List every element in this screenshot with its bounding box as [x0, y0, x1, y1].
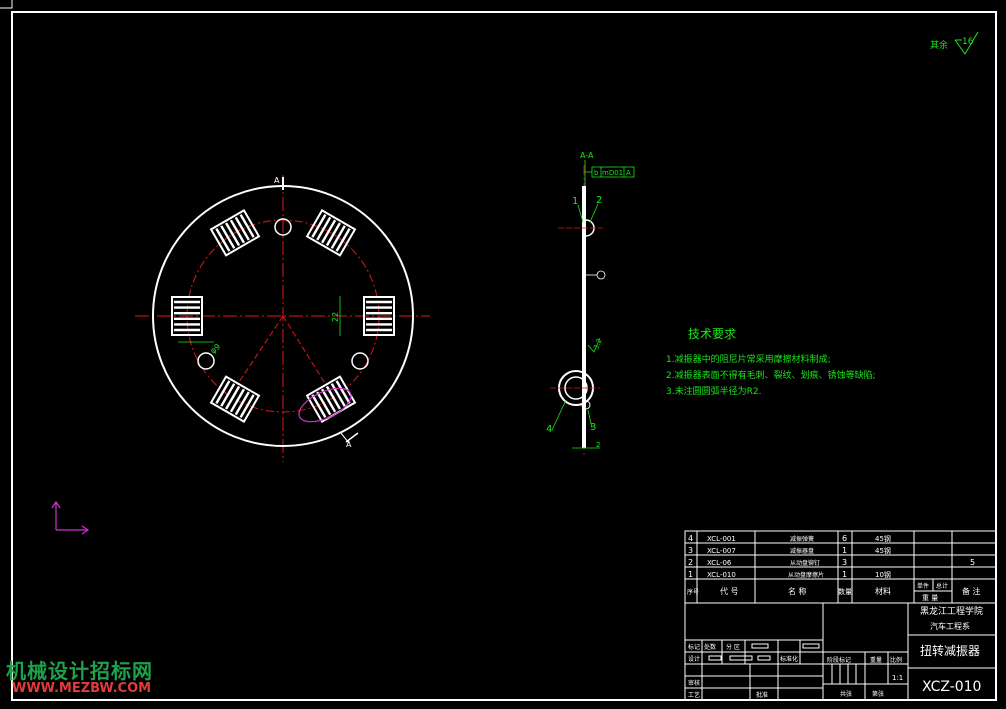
svg-text:分 区: 分 区	[726, 643, 740, 651]
svg-text:XCL-007: XCL-007	[707, 547, 736, 555]
drawing-code: XCZ-010	[922, 679, 981, 695]
svg-text:减振弹簧: 减振弹簧	[790, 535, 814, 543]
svg-text:总计: 总计	[936, 582, 948, 590]
svg-text:工艺: 工艺	[688, 691, 700, 699]
tech-req-item: 2.减振器表面不得有毛刺、裂纹、划痕、锈蚀等缺陷;	[666, 369, 876, 381]
roughness-value: 16	[962, 37, 974, 47]
svg-text:共张: 共张	[840, 690, 852, 698]
svg-text:XCL-001: XCL-001	[707, 535, 736, 543]
svg-text:比例: 比例	[890, 656, 902, 664]
svg-text:标记: 标记	[688, 643, 700, 651]
watermark-url: WWW.MEZBW.COM	[12, 681, 152, 696]
department-name: 汽车工程系	[930, 621, 970, 631]
svg-text:减振器盘: 减振器盘	[790, 547, 814, 555]
tolerance-datum: A	[626, 169, 631, 177]
callout-4: 4	[546, 424, 552, 435]
svg-text:单件: 单件	[917, 582, 929, 590]
svg-text:45钢: 45钢	[875, 534, 891, 543]
svg-text:XCL-06: XCL-06	[707, 559, 732, 567]
svg-text:XCL-010: XCL-010	[707, 571, 736, 579]
tolerance-symbol: b	[594, 169, 599, 177]
svg-text:1: 1	[842, 570, 847, 579]
svg-text:代 号: 代 号	[720, 586, 739, 596]
tech-req-item: 3.未注圆圆弧半径为R2.	[666, 385, 761, 397]
callout-2: 2	[596, 195, 602, 206]
svg-text:处数: 处数	[704, 643, 716, 651]
svg-text:审核: 审核	[688, 679, 700, 687]
svg-text:材料: 材料	[875, 586, 891, 596]
svg-text:3: 3	[688, 546, 693, 555]
svg-text:重 量: 重 量	[922, 594, 938, 602]
svg-text:1: 1	[842, 546, 847, 555]
svg-text:3: 3	[842, 558, 847, 567]
tech-req-item: 1.减振器中的阻尼片常采用摩擦材料制成;	[666, 353, 831, 365]
svg-text:10钢: 10钢	[875, 570, 891, 579]
watermark-site-name: 机械设计招标网	[6, 659, 153, 683]
dimension-22: 22	[331, 312, 340, 322]
section-label: A-A	[580, 151, 594, 160]
tech-req-title: 技术要求	[688, 327, 736, 341]
svg-text:重量: 重量	[870, 656, 882, 664]
callout-1: 1	[572, 196, 578, 207]
institution-name: 黑龙江工程学院	[920, 605, 983, 617]
svg-text:阶段标记: 阶段标记	[827, 656, 851, 664]
roughness-label: 其余	[930, 39, 948, 51]
drawing-name: 扭转减振器	[920, 643, 980, 658]
svg-text:从动盘铆钉: 从动盘铆钉	[790, 559, 820, 567]
svg-text:从动盘摩擦片: 从动盘摩擦片	[788, 571, 824, 579]
tolerance-value: mD01	[602, 169, 623, 177]
svg-text:2: 2	[688, 558, 693, 567]
svg-text:4: 4	[688, 534, 693, 543]
dimension-2: 2	[596, 441, 600, 449]
svg-text:第张: 第张	[872, 690, 884, 698]
svg-text:设计: 设计	[688, 655, 700, 663]
callout-3: 3	[590, 422, 596, 433]
svg-text:标准化: 标准化	[780, 655, 798, 663]
cad-drawing-canvas: 其余 16 A A 22 φ9 A-A b mD01 A 3.2 1 2 3 4…	[0, 0, 1006, 709]
svg-text:序号: 序号	[687, 588, 699, 596]
svg-text:批准: 批准	[756, 691, 768, 699]
svg-text:6: 6	[842, 534, 847, 543]
scale-value: 1:1	[892, 674, 903, 682]
section-marker-bottom: A	[346, 440, 352, 449]
svg-text:备 注: 备 注	[962, 586, 981, 596]
section-marker-top: A	[274, 176, 280, 185]
svg-text:45钢: 45钢	[875, 546, 891, 555]
svg-text:名 称: 名 称	[788, 586, 807, 596]
svg-text:数量: 数量	[838, 587, 852, 596]
svg-text:1: 1	[688, 570, 693, 579]
svg-text:5: 5	[970, 558, 975, 567]
